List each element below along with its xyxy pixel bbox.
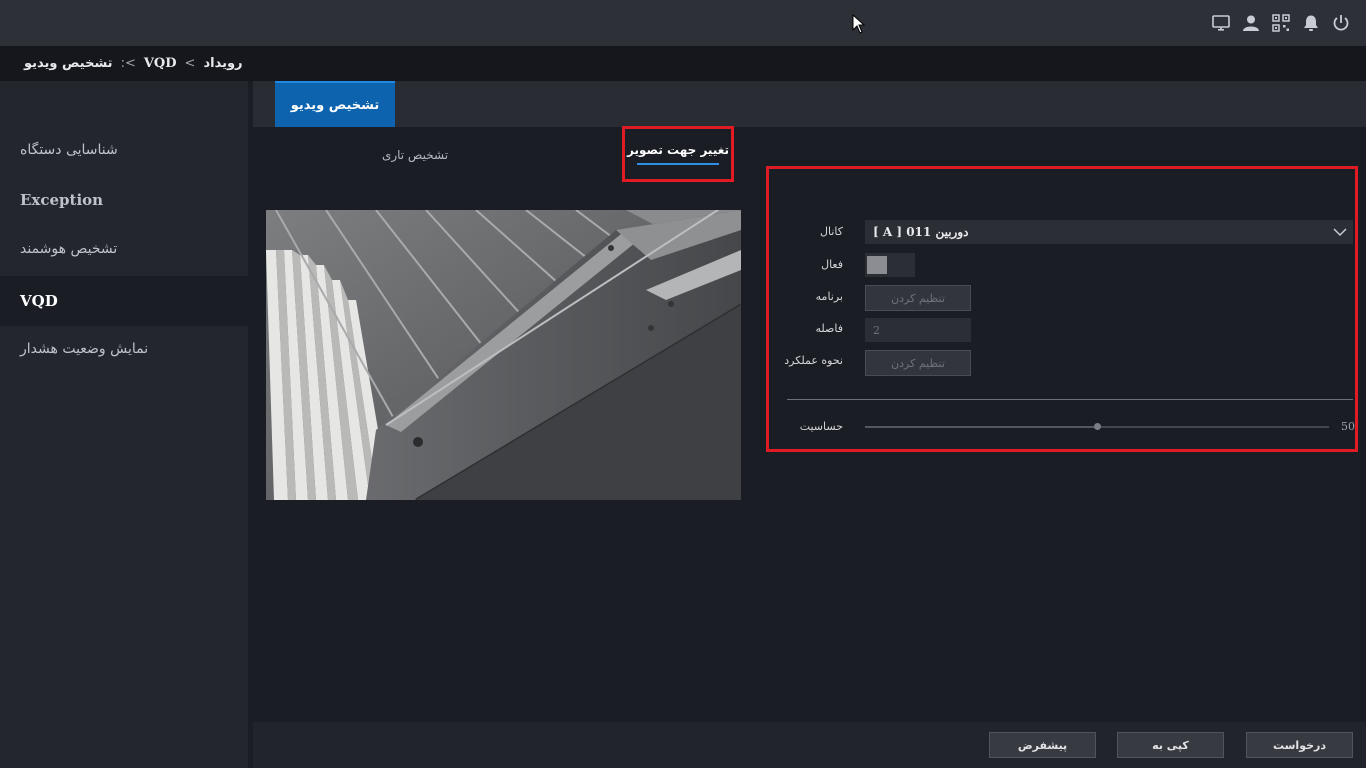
active-tab-underline	[637, 163, 719, 165]
camera-preview	[266, 210, 741, 500]
sidebar-item-smart-detection[interactable]: تشخیص هوشمند	[0, 224, 248, 274]
subtab-scene-change-label: تغییر جهت تصویر	[627, 143, 729, 157]
schedule-label: برنامه	[815, 290, 843, 303]
interval-input[interactable]: 2	[865, 318, 971, 342]
breadcrumb: رویداد > VQD >: تشخیص ویدیو	[0, 46, 1366, 81]
user-icon[interactable]	[1242, 14, 1260, 32]
sensitivity-slider-handle[interactable]	[1094, 423, 1101, 430]
channel-select-value: [ A ] 01دوربین 1	[873, 225, 969, 239]
enable-checkbox-indicator	[867, 256, 887, 274]
main-tab-bar: تشخیص ویدیو	[253, 81, 1366, 127]
sensitivity-slider[interactable]	[865, 423, 1329, 430]
detection-settings-panel: کانال [ A ] 01دوربین 1 فعال برنامه تنظیم…	[766, 166, 1358, 452]
footer-bar: پیشفرض کپی به درخواست	[253, 722, 1366, 768]
schedule-set-button[interactable]: تنظیم کردن	[865, 285, 971, 311]
interval-label: فاصله	[815, 322, 844, 335]
breadcrumb-separator: >	[184, 56, 196, 71]
copy-to-button[interactable]: کپی به	[1117, 732, 1224, 758]
sensitivity-slider-fill	[865, 426, 1097, 428]
enable-checkbox[interactable]	[865, 253, 915, 277]
sensitivity-value: 50	[1341, 420, 1355, 433]
section-divider	[787, 399, 1353, 400]
alarm-bell-icon[interactable]	[1302, 14, 1320, 32]
qr-code-icon[interactable]	[1272, 14, 1290, 32]
power-icon[interactable]	[1332, 14, 1350, 32]
tab-video-detection[interactable]: تشخیص ویدیو	[275, 81, 395, 127]
default-button[interactable]: پیشفرض	[989, 732, 1096, 758]
channel-label: کانال	[820, 225, 843, 238]
top-toolbar	[1212, 14, 1350, 32]
sensitivity-label: حساسیت	[799, 420, 843, 433]
sidebar-item-alarm-status[interactable]: نمایش وضعیت هشدار	[0, 324, 248, 374]
sidebar: شناسایی دستگاه Exception تشخیص هوشمند VQ…	[0, 81, 248, 768]
breadcrumb-separator: >:	[120, 56, 136, 71]
subtab-blur-detection-label: تشخیص تاری	[381, 148, 449, 162]
mouse-cursor-icon	[852, 14, 866, 34]
camera-preview-image	[266, 210, 741, 500]
enable-label: فعال	[821, 258, 843, 271]
breadcrumb-mid[interactable]: VQD	[144, 56, 177, 71]
sidebar-item-device-identification[interactable]: شناسایی دستگاه	[0, 125, 248, 175]
subtab-blur-detection[interactable]: تشخیص تاری	[360, 148, 470, 162]
channel-select[interactable]: [ A ] 01دوربین 1	[865, 220, 1353, 244]
subtab-scene-change[interactable]: تغییر جهت تصویر	[622, 126, 734, 182]
chevron-down-icon	[1333, 228, 1347, 237]
monitor-icon[interactable]	[1212, 14, 1230, 32]
breadcrumb-current: تشخیص ویدیو	[24, 56, 113, 71]
sidebar-item-exception[interactable]: Exception	[0, 175, 248, 225]
sidebar-item-vqd[interactable]: VQD	[0, 276, 248, 326]
action-label: نحوه عملکرد	[784, 354, 843, 367]
top-bar	[0, 0, 1366, 46]
action-set-button[interactable]: تنظیم کردن	[865, 350, 971, 376]
apply-button[interactable]: درخواست	[1246, 732, 1353, 758]
breadcrumb-root[interactable]: رویداد	[203, 56, 242, 71]
